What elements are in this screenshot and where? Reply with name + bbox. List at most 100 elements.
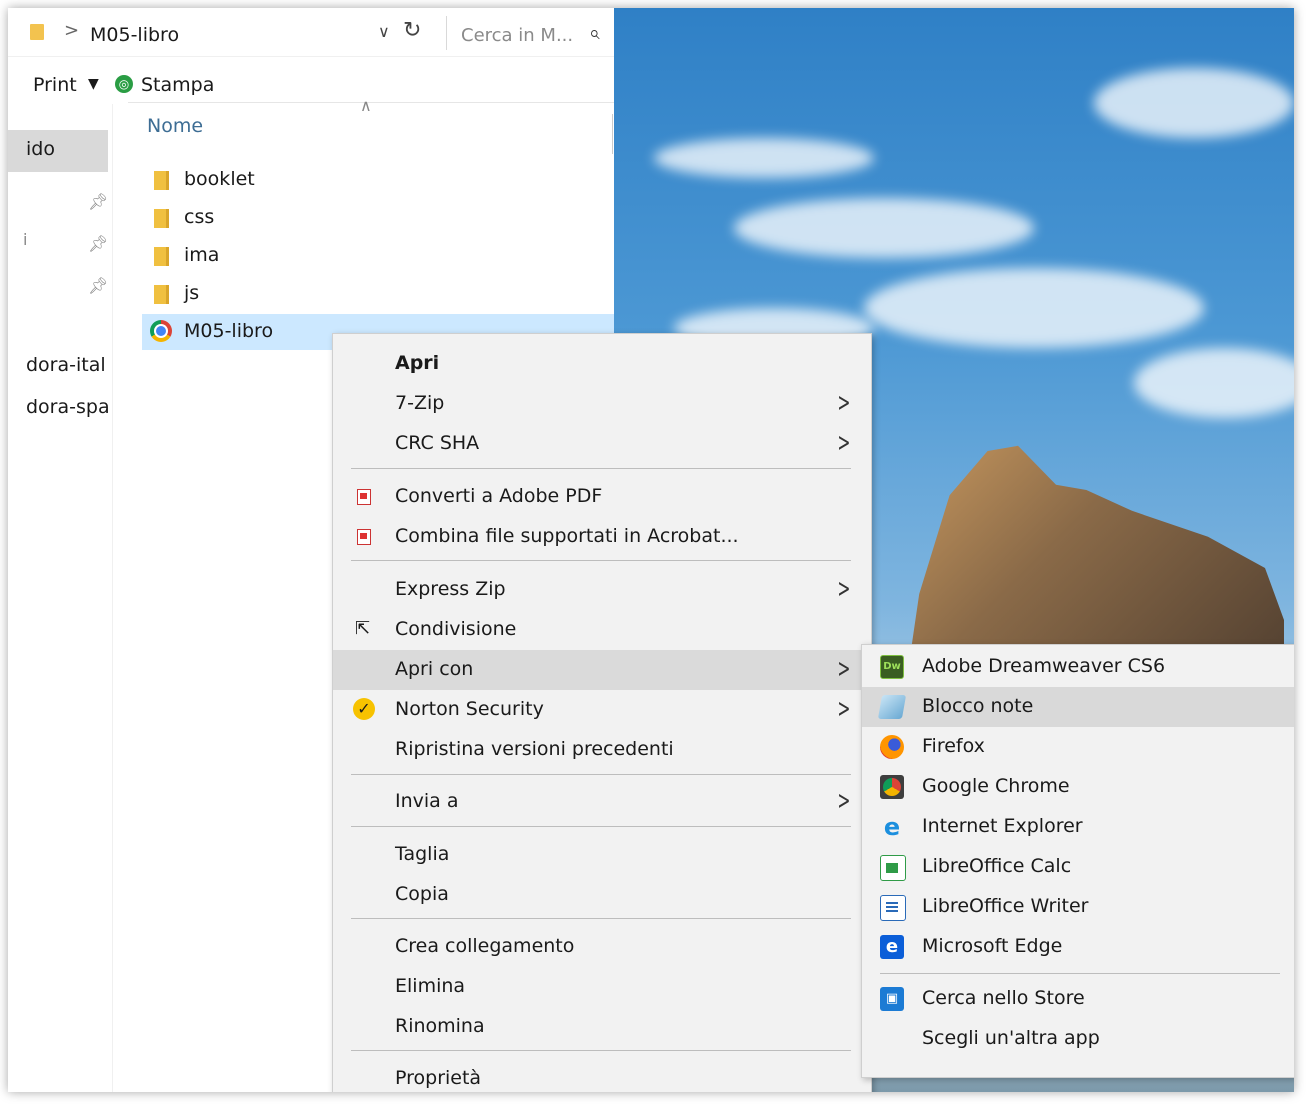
submenu-item-label: Google Chrome — [922, 775, 1070, 797]
search-input[interactable]: Cerca in M... ⌕ — [446, 16, 615, 50]
menu-item-converti-pdf[interactable]: Converti a Adobe PDF — [333, 477, 871, 517]
submenu-item-internet-explorer[interactable]: e Internet Explorer — [862, 807, 1294, 847]
menu-item-apri[interactable]: Apri — [333, 344, 871, 384]
list-item[interactable]: css — [142, 200, 614, 236]
submenu-item-dreamweaver[interactable]: Dw Adobe Dreamweaver CS6 — [862, 647, 1294, 687]
list-item[interactable]: booklet — [142, 162, 614, 198]
notepad-icon — [877, 695, 907, 719]
stampa-button[interactable]: Stampa — [141, 74, 214, 96]
context-menu: Apri 7-Zip > CRC SHA > Converti a Adobe … — [332, 333, 872, 1092]
folder-icon — [154, 247, 169, 266]
screenshot-frame: > M05-libro ∨ ↻ Cerca in M... ⌕ Print ▼ … — [8, 8, 1294, 1092]
pdf-icon — [357, 489, 371, 505]
chevron-right-icon[interactable]: > — [64, 20, 79, 41]
chevron-right-icon: > — [837, 654, 851, 684]
chevron-right-icon: > — [837, 694, 851, 724]
menu-separator — [880, 973, 1280, 974]
file-name: css — [184, 206, 215, 228]
menu-item-label: Rinomina — [395, 1015, 485, 1037]
stampa-icon: ◎ — [115, 75, 133, 93]
menu-separator — [351, 1050, 851, 1051]
search-icon[interactable]: ⌕ — [589, 22, 600, 44]
list-item[interactable]: js — [142, 276, 614, 312]
submenu-item-firefox[interactable]: Firefox — [862, 727, 1294, 767]
menu-item-label: Apri — [395, 352, 440, 374]
menu-item-label: Crea collegamento — [395, 935, 575, 957]
menu-item-combina-acrobat[interactable]: Combina file supportati in Acrobat... — [333, 517, 871, 557]
menu-item-label: CRC SHA — [395, 432, 480, 454]
menu-item-norton[interactable]: ✓ Norton Security > — [333, 690, 871, 730]
menu-item-taglia[interactable]: Taglia — [333, 835, 871, 875]
firefox-icon — [880, 735, 904, 759]
menu-item-label: Norton Security — [395, 698, 544, 720]
submenu-item-edge[interactable]: e Microsoft Edge — [862, 927, 1294, 967]
navigation-pane: ido 📌︎ 📌︎ 📌︎ i dora-ital dora-spa — [8, 104, 113, 1092]
menu-item-label: Elimina — [395, 975, 466, 997]
column-header-nome[interactable]: Nome — [147, 115, 203, 137]
dreamweaver-icon: Dw — [880, 655, 904, 679]
pin-icon[interactable]: 📌︎ — [88, 192, 108, 211]
file-name: ima — [184, 244, 220, 266]
menu-item-crea-collegamento[interactable]: Crea collegamento — [333, 927, 871, 967]
menu-item-label: Combina file supportati in Acrobat... — [395, 525, 739, 547]
edge-icon: e — [880, 935, 904, 959]
menu-item-label: Apri con — [395, 658, 474, 680]
nav-item-truncated[interactable]: i — [23, 230, 27, 249]
search-placeholder: Cerca in M... — [461, 25, 574, 46]
address-bar[interactable]: > M05-libro ∨ ↻ Cerca in M... ⌕ — [8, 8, 614, 57]
menu-separator — [351, 918, 851, 919]
nav-quick-access-label: ido — [26, 138, 55, 160]
submenu-item-libreoffice-writer[interactable]: LibreOffice Writer — [862, 887, 1294, 927]
submenu-item-blocco-note[interactable]: Blocco note — [862, 687, 1294, 727]
address-path[interactable]: M05-libro — [90, 24, 179, 46]
pin-icon[interactable]: 📌︎ — [88, 234, 108, 253]
submenu-item-chrome[interactable]: Google Chrome — [862, 767, 1294, 807]
nav-item-dora-ital[interactable]: dora-ital — [26, 354, 106, 376]
toolbar: Print ▼ ◎ Stampa — [8, 74, 614, 104]
file-name: booklet — [184, 168, 255, 190]
column-separator[interactable] — [612, 114, 613, 154]
writer-icon — [880, 895, 906, 921]
submenu-item-label: LibreOffice Calc — [922, 855, 1072, 877]
refresh-icon[interactable]: ↻ — [403, 18, 421, 43]
submenu-item-label: Firefox — [922, 735, 985, 757]
menu-item-crc-sha[interactable]: CRC SHA > — [333, 424, 871, 464]
chevron-right-icon: > — [837, 786, 851, 816]
menu-item-apri-con[interactable]: Apri con > — [333, 650, 871, 690]
pin-icon[interactable]: 📌︎ — [88, 276, 108, 295]
menu-item-invia-a[interactable]: Invia a > — [333, 782, 871, 822]
list-item[interactable]: ima — [142, 238, 614, 274]
menu-item-label: 7-Zip — [395, 392, 445, 414]
open-with-submenu: Dw Adobe Dreamweaver CS6 Blocco note Fir… — [861, 644, 1294, 1078]
submenu-item-label: Adobe Dreamweaver CS6 — [922, 655, 1166, 677]
nav-item-dora-spa[interactable]: dora-spa — [26, 396, 110, 418]
acrobat-icon — [357, 529, 371, 545]
menu-item-ripristina[interactable]: Ripristina versioni precedenti — [333, 730, 871, 770]
chevron-right-icon: > — [837, 574, 851, 604]
menu-separator — [351, 468, 851, 469]
folder-icon — [154, 171, 169, 190]
caret-down-icon[interactable]: ▼ — [88, 76, 99, 92]
nav-quick-access[interactable]: ido — [8, 130, 108, 172]
menu-separator — [351, 774, 851, 775]
menu-item-label: Converti a Adobe PDF — [395, 485, 603, 507]
chevron-down-icon[interactable]: ∨ — [378, 22, 390, 41]
menu-item-proprieta[interactable]: Proprietà — [333, 1059, 871, 1092]
submenu-item-cerca-store[interactable]: ▣ Cerca nello Store — [862, 979, 1294, 1019]
folder-icon — [30, 24, 44, 40]
print-button[interactable]: Print — [33, 74, 77, 96]
norton-icon: ✓ — [353, 698, 375, 720]
submenu-item-label: Blocco note — [922, 695, 1034, 717]
menu-item-label: Express Zip — [395, 578, 506, 600]
chrome-icon — [150, 320, 172, 342]
menu-item-rinomina[interactable]: Rinomina — [333, 1007, 871, 1047]
menu-item-elimina[interactable]: Elimina — [333, 967, 871, 1007]
submenu-item-label: Cerca nello Store — [922, 987, 1085, 1009]
menu-item-copia[interactable]: Copia — [333, 875, 871, 915]
submenu-item-scegli-app[interactable]: Scegli un'altra app — [862, 1019, 1294, 1059]
menu-item-7zip[interactable]: 7-Zip > — [333, 384, 871, 424]
menu-item-express-zip[interactable]: Express Zip > — [333, 570, 871, 610]
menu-item-condivisione[interactable]: ⇱ Condivisione — [333, 610, 871, 650]
submenu-item-libreoffice-calc[interactable]: LibreOffice Calc — [862, 847, 1294, 887]
menu-item-label: Ripristina versioni precedenti — [395, 738, 674, 760]
